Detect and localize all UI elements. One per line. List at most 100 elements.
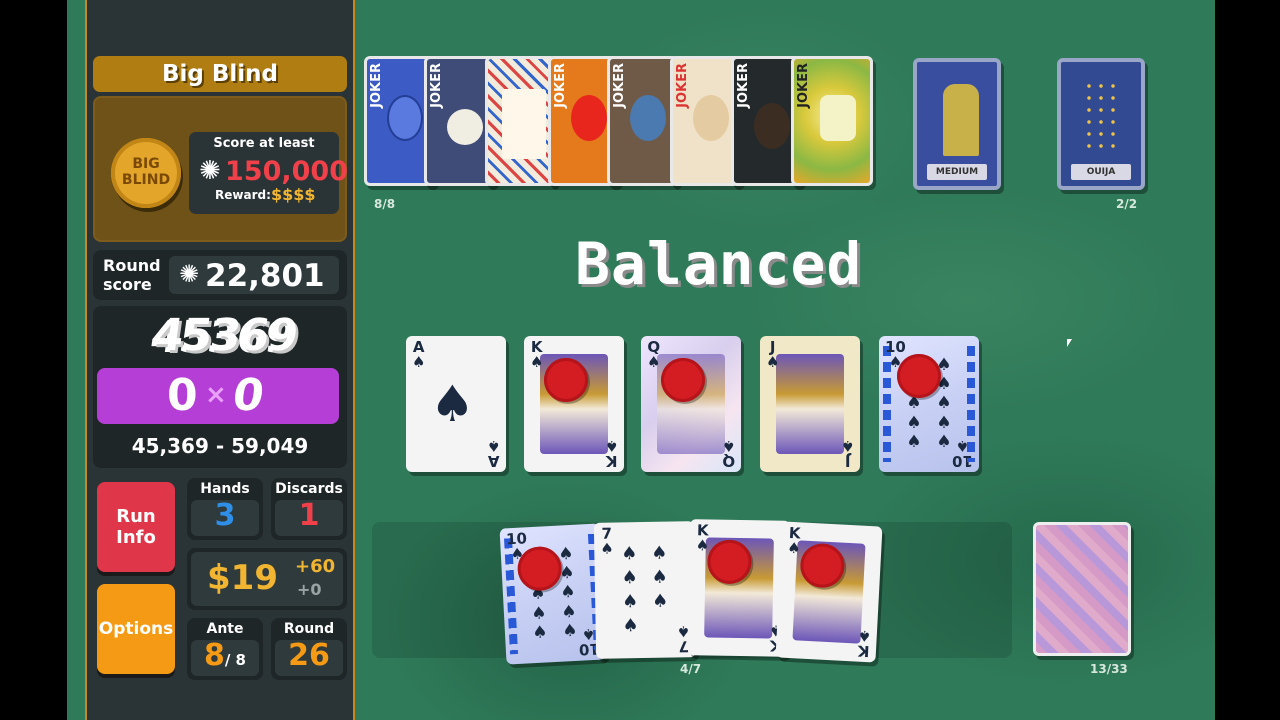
reward-value: $$$$: [271, 185, 316, 204]
score-requirement: Score at least ✺ 150,000 Reward: $$$$: [189, 132, 348, 214]
hand-card-seven-spades[interactable]: ♠ ♠ ♠ ♠ ♠ ♠ ♠ 7 ♠ 7 ♠: [593, 521, 697, 659]
run-info-button[interactable]: Run Info: [97, 482, 175, 572]
money-income: +60: [295, 556, 336, 577]
consumable-count: 2/2: [1116, 197, 1138, 211]
card-rank: A ♠: [412, 338, 426, 371]
money-interest: +0: [297, 580, 322, 599]
card-rank: J ♠: [766, 338, 780, 371]
round-label: Round: [283, 621, 335, 637]
card-rank-bottom: 10 ♠: [952, 437, 973, 470]
jack-art: [776, 354, 844, 454]
pip-grid: ♠ ♠ ♠ ♠ ♠ ♠ ♠: [621, 542, 669, 637]
blind-title: Big Blind: [93, 56, 347, 92]
fist-icon: [820, 95, 856, 141]
played-card-king-spades[interactable]: K ♠ K ♠: [524, 336, 624, 472]
card-rank-bottom: K♠: [856, 626, 872, 661]
mask-icon: [630, 95, 666, 141]
round-value: 26: [288, 638, 330, 673]
joker-label: JOKER: [429, 63, 444, 108]
round-score: Round score ✺ 22,801: [93, 250, 347, 300]
money-value: $19: [207, 558, 278, 598]
hand-card-king-spades-2[interactable]: K ♠ K ♠: [775, 521, 883, 663]
chip-icon: ✺: [199, 156, 221, 186]
hand-count: 4/7: [680, 662, 702, 676]
discards-value: 1: [298, 498, 320, 533]
envelope-icon: [502, 89, 546, 159]
red-seal-icon: [897, 354, 941, 398]
reward-label: Reward:: [215, 188, 271, 202]
joker-label: JOKER: [612, 63, 627, 108]
joker-label: JOKER: [369, 63, 384, 108]
tarot-label: MEDIUM: [927, 164, 987, 180]
discards-label: Discards: [275, 481, 343, 497]
sephirot-icon: [1083, 80, 1123, 150]
card-rank: K ♠: [786, 523, 802, 558]
score-target: 150,000: [225, 156, 348, 187]
joker-label: JOKER: [796, 63, 811, 108]
ghost-icon: [447, 109, 483, 145]
played-card-ace-spades[interactable]: A ♠ ♠ A ♠: [406, 336, 506, 472]
mouse-cursor-icon: [1067, 339, 1072, 347]
draw-deck[interactable]: [1033, 522, 1131, 656]
money-stat: $19 +60 +0: [187, 548, 347, 610]
hands-stat: Hands 3: [187, 478, 263, 540]
round-score-value-box: ✺ 22,801: [169, 256, 339, 294]
card-rank: 7 ♠: [600, 524, 614, 558]
hands-value: 3: [214, 498, 236, 533]
jester-icon: [387, 95, 423, 141]
chips-value: 0: [167, 370, 198, 421]
ante-value: 8/ 8: [187, 638, 263, 673]
score-label: Score at least: [213, 136, 315, 151]
multiply-icon: ×: [205, 380, 227, 410]
hand-card-ten-spades[interactable]: ♠♠♠♠♠♠♠♠♠♠ 10♠ 10♠: [499, 523, 607, 665]
side-panel: Big Blind BIG BLIND Score at least ✺ 150…: [85, 0, 355, 720]
shadow-face-icon: [754, 103, 790, 149]
played-card-jack-spades[interactable]: J ♠ J ♠: [760, 336, 860, 472]
hand-score-box: 45369 0 × 0 45,369 - 59,049: [93, 306, 347, 468]
round-score-value: 22,801: [205, 258, 325, 294]
card-rank: K ♠: [695, 521, 710, 555]
tarot-card-medium[interactable]: MEDIUM: [913, 58, 1001, 190]
card-rank: Q ♠: [647, 338, 661, 371]
clown-icon: [693, 95, 729, 141]
blind-info: BIG BLIND Score at least ✺ 150,000 Rewar…: [93, 96, 348, 242]
hand-score: 45369: [149, 310, 300, 361]
ante-current: 8: [203, 638, 225, 673]
tarot-label: OUIJA: [1071, 164, 1131, 180]
big-blind-chip-icon: BIG BLIND: [111, 138, 181, 208]
round-score-label: Round score: [103, 256, 161, 294]
ante-stat: Ante 8/ 8: [187, 618, 263, 680]
discards-stat: Discards 1: [271, 478, 347, 540]
game-board: Big Blind BIG BLIND Score at least ✺ 150…: [67, 0, 1215, 720]
joker-card-3[interactable]: [485, 56, 557, 186]
ante-label: Ante: [206, 621, 244, 637]
hand-type-title: Balanced: [575, 230, 863, 298]
deck-count: 13/33: [1090, 662, 1128, 676]
card-rank-bottom: K♠: [604, 437, 618, 470]
options-button[interactable]: Options: [97, 584, 175, 674]
played-card-queen-spades[interactable]: Q ♠ Q ♠: [641, 336, 741, 472]
mult-value: 0: [229, 370, 268, 421]
round-stat: Round 26: [271, 618, 347, 680]
chips-mult-bar: 0 × 0: [97, 368, 339, 424]
card-rank-bottom: Q ♠: [721, 437, 735, 470]
joker-count: 8/8: [374, 197, 396, 211]
red-seal-icon: [544, 358, 588, 402]
joker-label: JOKER: [675, 63, 690, 108]
jester-icon: [571, 95, 607, 141]
card-rank-bottom: J ♠: [840, 437, 854, 470]
joker-card-5[interactable]: JOKER: [607, 56, 679, 186]
card-rank: K ♠: [530, 338, 544, 371]
spade-icon: ♠: [430, 375, 475, 433]
tarot-card-ouija[interactable]: OUIJA: [1057, 58, 1145, 190]
chip-icon: ✺: [179, 260, 200, 288]
hand-card-king-spades[interactable]: K♠ K♠: [687, 519, 791, 657]
ante-max: / 8: [224, 651, 246, 669]
red-seal-icon: [661, 358, 705, 402]
played-card-ten-spades[interactable]: ♠♠♠♠♠♠♠♠♠♠ 10♠ 10♠: [879, 336, 979, 472]
card-rank-bottom: A ♠: [486, 437, 500, 470]
score-range: 45,369 - 59,049: [131, 434, 309, 458]
joker-label: JOKER: [553, 63, 568, 108]
hands-label: Hands: [200, 481, 250, 497]
joker-card-8[interactable]: JOKER: [791, 56, 873, 186]
